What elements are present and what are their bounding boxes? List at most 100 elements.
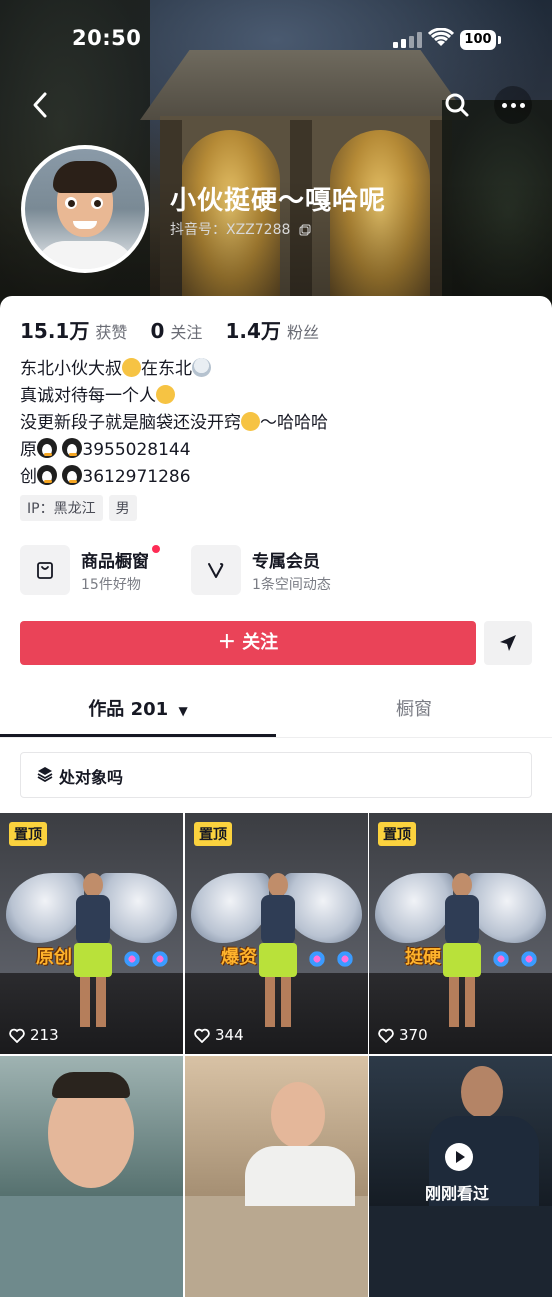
video-caption: 原创	[36, 947, 72, 968]
followers-count: 1.4万	[225, 319, 281, 343]
like-count-text: 370	[399, 1026, 428, 1044]
vip-v-icon	[208, 563, 224, 578]
wifi-icon	[428, 28, 454, 46]
back-icon[interactable]	[24, 88, 58, 122]
bio-line-5: 创 3612971286	[20, 464, 530, 491]
tab-showcase[interactable]: 橱窗	[276, 682, 552, 737]
following-label: 关注	[170, 323, 203, 342]
bio-text: 没更新段子就是脑袋还没开窍	[20, 413, 241, 433]
firework-icon	[517, 947, 541, 971]
nerd-face-emoji-icon	[122, 358, 141, 377]
stat-following[interactable]: 0 关注	[150, 319, 202, 343]
bio-line-2: 真诚对待每一个人	[20, 383, 530, 410]
like-count-text: 213	[30, 1026, 59, 1044]
zany-face-emoji-icon	[241, 412, 260, 431]
like-count: 370	[378, 1026, 428, 1044]
likes-count: 15.1万	[20, 319, 90, 343]
penguin-icon	[37, 438, 57, 458]
bio-text: 原	[20, 440, 37, 460]
send-icon	[500, 635, 516, 651]
gender-tag: 男	[108, 495, 137, 521]
pinned-badge: 置顶	[9, 822, 47, 846]
service-entries: 商品橱窗 15件好物 专属会员 1条空间动态	[20, 545, 532, 597]
penguin-icon	[37, 465, 57, 485]
firework-icon	[120, 947, 144, 971]
collection-label: 处对象吗	[59, 768, 124, 787]
pinned-badge: 置顶	[194, 822, 232, 846]
video-caption: 爆资	[221, 947, 257, 968]
firework-icon	[489, 947, 513, 971]
content-tabs: 作品 201 ▼ 橱窗	[0, 682, 552, 738]
send-message-button[interactable]	[484, 621, 532, 665]
status-bar: 20:50 100	[0, 24, 552, 58]
bio-text: 东北小伙大叔	[20, 359, 122, 379]
video-thumbnail[interactable]: 置顶 挺硬 370	[369, 813, 552, 1054]
tab-works-label: 作品 201	[88, 699, 169, 720]
tab-works[interactable]: 作品 201 ▼	[0, 682, 276, 737]
video-thumbnail[interactable]: 刚刚看过	[369, 1056, 552, 1297]
profile-name: 小伙挺硬～嘎哈呢	[170, 186, 387, 216]
layers-icon	[37, 767, 53, 782]
collection-button[interactable]: 处对象吗	[20, 752, 532, 798]
heart-icon	[9, 1028, 25, 1044]
like-count-text: 344	[215, 1026, 244, 1044]
showcase-title: 商品橱窗	[81, 552, 149, 572]
video-thumbnail[interactable]: 置顶 爆资 344	[185, 813, 368, 1054]
bio-text: 创	[20, 467, 37, 487]
followers-label: 粉丝	[286, 323, 319, 342]
bio: 东北小伙大叔 在东北 真诚对待每一个人 没更新段子就是脑袋还没开窍 ～哈哈哈 原 3…	[20, 356, 530, 491]
signal-icon	[393, 32, 423, 48]
member-subtitle: 1条空间动态	[252, 577, 331, 593]
likes-label: 获赞	[95, 323, 128, 342]
follow-button[interactable]: ＋ 关注	[20, 621, 476, 665]
firework-icon	[305, 947, 329, 971]
bio-line-1: 东北小伙大叔 在东北	[20, 356, 530, 383]
recently-watched-label: 刚刚看过	[425, 1184, 490, 1203]
bio-text: ～哈哈哈	[260, 413, 328, 433]
firework-icon	[333, 947, 357, 971]
active-tab-indicator	[0, 734, 276, 737]
caret-down-icon: ▼	[178, 704, 188, 718]
notification-dot	[152, 545, 160, 553]
following-count: 0	[150, 319, 165, 343]
stat-likes[interactable]: 15.1万 获赞	[20, 315, 127, 344]
profile-tags: IP：黑龙江男	[20, 495, 143, 521]
heart-icon	[378, 1028, 394, 1044]
product-showcase-entry[interactable]: 商品橱窗 15件好物	[20, 545, 180, 597]
avatar[interactable]	[21, 145, 149, 273]
penguin-icon	[62, 438, 83, 458]
heart-icon	[194, 1028, 210, 1044]
member-title: 专属会员	[252, 552, 320, 572]
copy-icon[interactable]	[299, 224, 311, 236]
showcase-subtitle: 15件好物	[81, 577, 141, 593]
pinned-badge: 置顶	[378, 822, 416, 846]
video-thumbnail[interactable]	[185, 1056, 368, 1297]
member-entry[interactable]: 专属会员 1条空间动态	[191, 545, 361, 597]
stats-row: 15.1万 获赞 0 关注 1.4万 粉丝	[20, 315, 337, 345]
profile-card: 15.1万 获赞 0 关注 1.4万 粉丝 东北小伙大叔 在东北 真诚对待每一个人 没更…	[0, 296, 552, 1297]
like-count: 344	[194, 1026, 244, 1044]
video-caption: 挺硬	[405, 947, 441, 968]
firework-icon	[148, 947, 172, 971]
bag-icon	[37, 562, 53, 579]
bio-line-3: 没更新段子就是脑袋还没开窍 ～哈哈哈	[20, 410, 530, 437]
snow-cloud-emoji-icon	[192, 358, 211, 377]
bio-text: 3612971286	[82, 467, 191, 487]
bio-text: 在东北	[141, 359, 192, 379]
more-icon[interactable]	[494, 86, 532, 124]
bio-line-4: 原 3955028144	[20, 437, 530, 464]
video-thumbnail[interactable]	[0, 1056, 183, 1297]
search-icon[interactable]	[440, 88, 474, 122]
like-count: 213	[9, 1026, 59, 1044]
status-time: 20:50	[72, 26, 142, 50]
battery-icon: 100	[460, 30, 496, 50]
bio-text: 3955028144	[82, 440, 191, 460]
stat-followers[interactable]: 1.4万 粉丝	[226, 315, 319, 344]
video-thumbnail[interactable]: 置顶 原创 213	[0, 813, 183, 1054]
douyin-id-text: 抖音号：XZZ7288	[170, 222, 291, 238]
hug-emoji-icon	[156, 385, 175, 404]
ip-location-tag: IP：黑龙江	[20, 495, 103, 521]
douyin-id[interactable]: 抖音号：XZZ7288	[170, 219, 311, 239]
play-icon	[445, 1143, 473, 1171]
bio-text: 真诚对待每一个人	[20, 386, 156, 406]
